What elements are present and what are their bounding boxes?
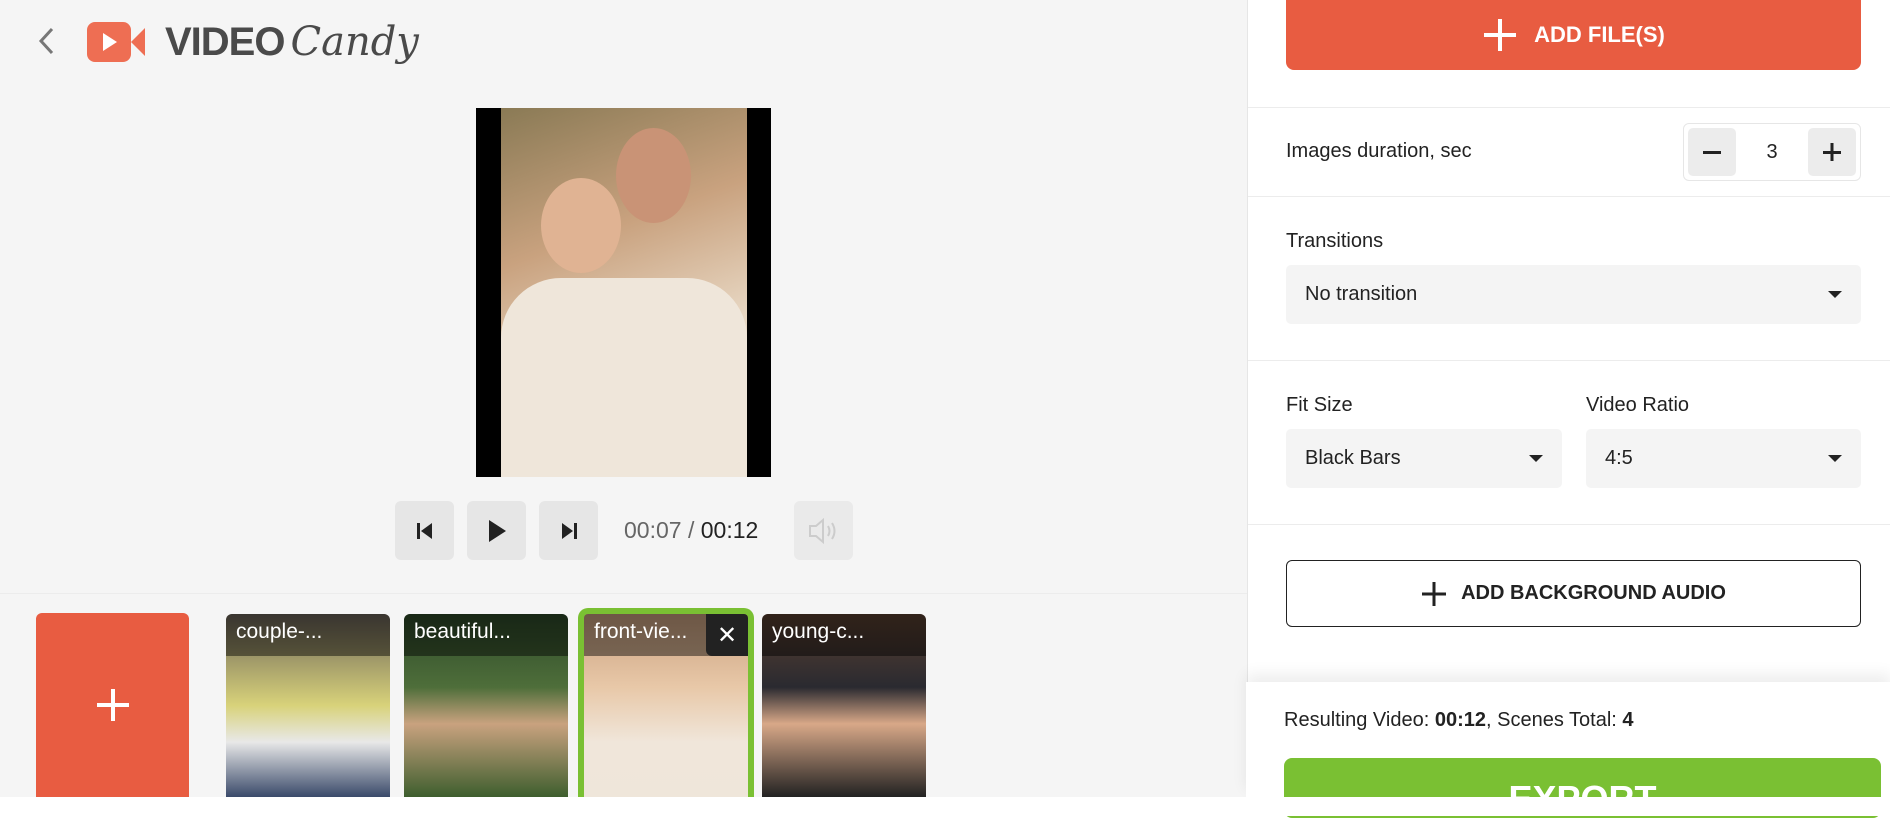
caret-down-icon bbox=[1529, 455, 1543, 462]
play-button[interactable] bbox=[467, 501, 526, 560]
increase-button[interactable] bbox=[1808, 128, 1856, 176]
scene-name: couple-... bbox=[226, 614, 390, 656]
skip-forward-icon bbox=[561, 522, 577, 539]
result-summary: Resulting Video: 00:12, Scenes Total: 4 bbox=[1284, 709, 1634, 731]
caret-down-icon bbox=[1828, 455, 1842, 462]
decrease-button[interactable] bbox=[1688, 128, 1736, 176]
scene-thumbnail[interactable]: young-c... bbox=[762, 614, 926, 797]
total-time: 00:12 bbox=[700, 517, 759, 543]
logo-text-bold: VIDEO bbox=[165, 19, 285, 64]
video-ratio-select[interactable]: 4:5 bbox=[1586, 429, 1861, 488]
divider bbox=[1248, 196, 1890, 197]
back-button[interactable] bbox=[36, 26, 58, 56]
divider bbox=[1248, 360, 1890, 361]
preview-image bbox=[501, 108, 747, 477]
duration-stepper: 3 bbox=[1683, 123, 1861, 181]
previous-button[interactable] bbox=[395, 501, 454, 560]
export-footer: Resulting Video: 00:12, Scenes Total: 4 … bbox=[1246, 682, 1890, 818]
result-duration: 00:12 bbox=[1434, 709, 1486, 731]
speaker-icon bbox=[808, 517, 835, 544]
editor-area: VIDEO Candy 00:07 / 00:12 couple-... bea… bbox=[0, 0, 1247, 797]
scene-thumbnail-selected[interactable]: front-vie... ✕ bbox=[578, 608, 754, 797]
scene-thumbnail[interactable]: couple-... bbox=[226, 614, 390, 797]
timeline-divider bbox=[0, 593, 1247, 594]
divider bbox=[1248, 524, 1890, 525]
video-camera-icon bbox=[87, 22, 145, 62]
plus-icon bbox=[1823, 143, 1841, 161]
plus-icon bbox=[1484, 19, 1517, 51]
next-button[interactable] bbox=[539, 501, 598, 560]
plus-icon bbox=[1422, 581, 1447, 606]
scenes-total: 4 bbox=[1622, 709, 1634, 731]
logo-text-script: Candy bbox=[290, 19, 419, 65]
video-ratio-label: Video Ratio bbox=[1586, 394, 1690, 416]
transitions-label: Transitions bbox=[1286, 230, 1384, 252]
fit-size-select[interactable]: Black Bars bbox=[1286, 429, 1562, 488]
video-preview[interactable] bbox=[476, 108, 771, 477]
skip-back-icon bbox=[416, 522, 432, 539]
minus-icon bbox=[1703, 151, 1721, 154]
add-files-button[interactable]: ADD FILE(S) bbox=[1286, 0, 1861, 70]
scene-thumbnail[interactable]: beautiful... bbox=[404, 614, 568, 797]
add-background-audio-button[interactable]: ADD BACKGROUND AUDIO bbox=[1286, 560, 1861, 627]
time-display: 00:07 / 00:12 bbox=[624, 517, 759, 543]
bottom-strip bbox=[0, 797, 1890, 816]
current-time: 00:07 bbox=[624, 517, 682, 543]
play-icon bbox=[488, 519, 506, 542]
scene-name: beautiful... bbox=[404, 614, 568, 656]
add-scene-button[interactable] bbox=[36, 613, 189, 797]
duration-label: Images duration, sec bbox=[1286, 140, 1472, 162]
fit-size-label: Fit Size bbox=[1286, 394, 1353, 416]
chevron-left-icon bbox=[38, 27, 54, 55]
caret-down-icon bbox=[1828, 291, 1842, 298]
plus-icon bbox=[96, 689, 129, 721]
divider bbox=[1248, 107, 1890, 108]
volume-button[interactable] bbox=[794, 501, 853, 560]
remove-scene-button[interactable]: ✕ bbox=[706, 614, 748, 656]
scene-name: young-c... bbox=[762, 614, 926, 656]
transitions-select[interactable]: No transition bbox=[1286, 265, 1861, 324]
duration-value[interactable]: 3 bbox=[1766, 141, 1777, 164]
settings-panel: ADD FILE(S) Images duration, sec 3 Trans… bbox=[1246, 0, 1890, 818]
logo[interactable]: VIDEO Candy bbox=[87, 19, 419, 65]
